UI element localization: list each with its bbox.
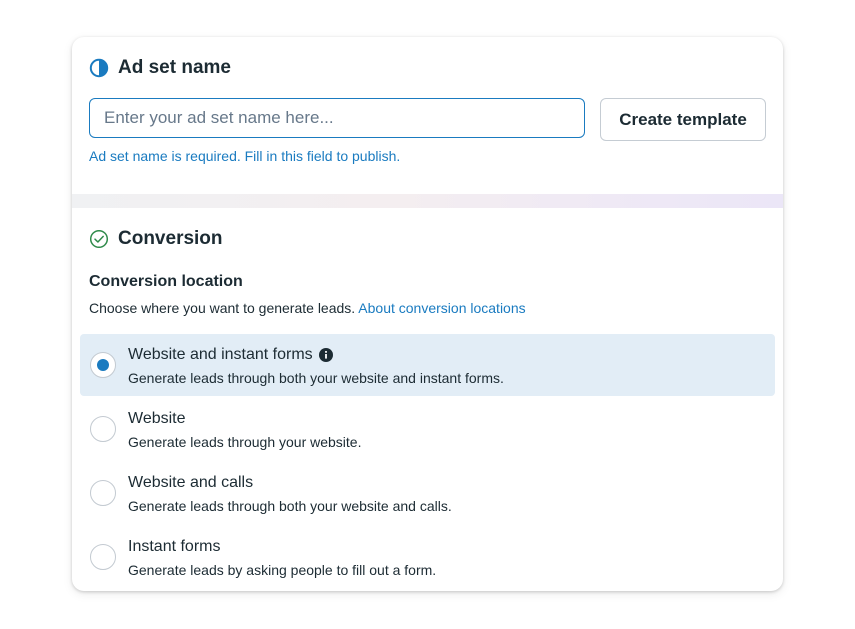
radio-website-and-instant-forms[interactable]: [90, 352, 116, 378]
option-website-and-calls[interactable]: Website and calls Generate leads through…: [80, 462, 775, 524]
conversion-title: Conversion: [118, 228, 223, 249]
ad-set-card: Ad set name Create template Ad set name …: [72, 37, 783, 591]
option-website[interactable]: Website Generate leads through your webs…: [80, 398, 775, 460]
conversion-description-text: Choose where you want to generate leads.: [89, 300, 356, 316]
conversion-location-description: Choose where you want to generate leads.…: [89, 300, 526, 316]
option-label: Instant forms: [128, 538, 221, 555]
radio-website[interactable]: [90, 416, 116, 442]
radio-instant-forms[interactable]: [90, 544, 116, 570]
radio-website-and-calls[interactable]: [90, 480, 116, 506]
option-description: Generate leads through your website.: [128, 434, 362, 450]
section-divider: [72, 194, 783, 208]
option-label-text: Website and instant forms: [128, 346, 313, 363]
option-instant-forms[interactable]: Instant forms Generate leads by asking p…: [80, 526, 775, 588]
option-label: Website and instant forms: [128, 346, 333, 364]
ad-set-name-title: Ad set name: [118, 57, 231, 78]
option-website-and-instant-forms[interactable]: Website and instant forms Generate leads…: [80, 334, 775, 396]
about-conversion-locations-link[interactable]: About conversion locations: [358, 300, 525, 316]
option-description: Generate leads through both your website…: [128, 498, 452, 514]
check-circle-icon: [89, 229, 109, 249]
option-label: Website and calls: [128, 474, 254, 491]
info-icon[interactable]: [318, 348, 333, 362]
option-label: Website: [128, 410, 186, 427]
half-circle-icon: [89, 58, 109, 78]
conversion-location-heading: Conversion location: [89, 273, 243, 290]
ad-set-name-helper-text: Ad set name is required. Fill in this fi…: [89, 148, 401, 164]
ad-set-name-heading: Ad set name: [89, 57, 231, 79]
create-template-button[interactable]: Create template: [600, 98, 766, 141]
option-description: Generate leads by asking people to fill …: [128, 562, 437, 578]
ad-set-name-input[interactable]: [89, 98, 585, 138]
conversion-heading: Conversion: [89, 228, 223, 250]
option-description: Generate leads through both your website…: [128, 370, 504, 386]
